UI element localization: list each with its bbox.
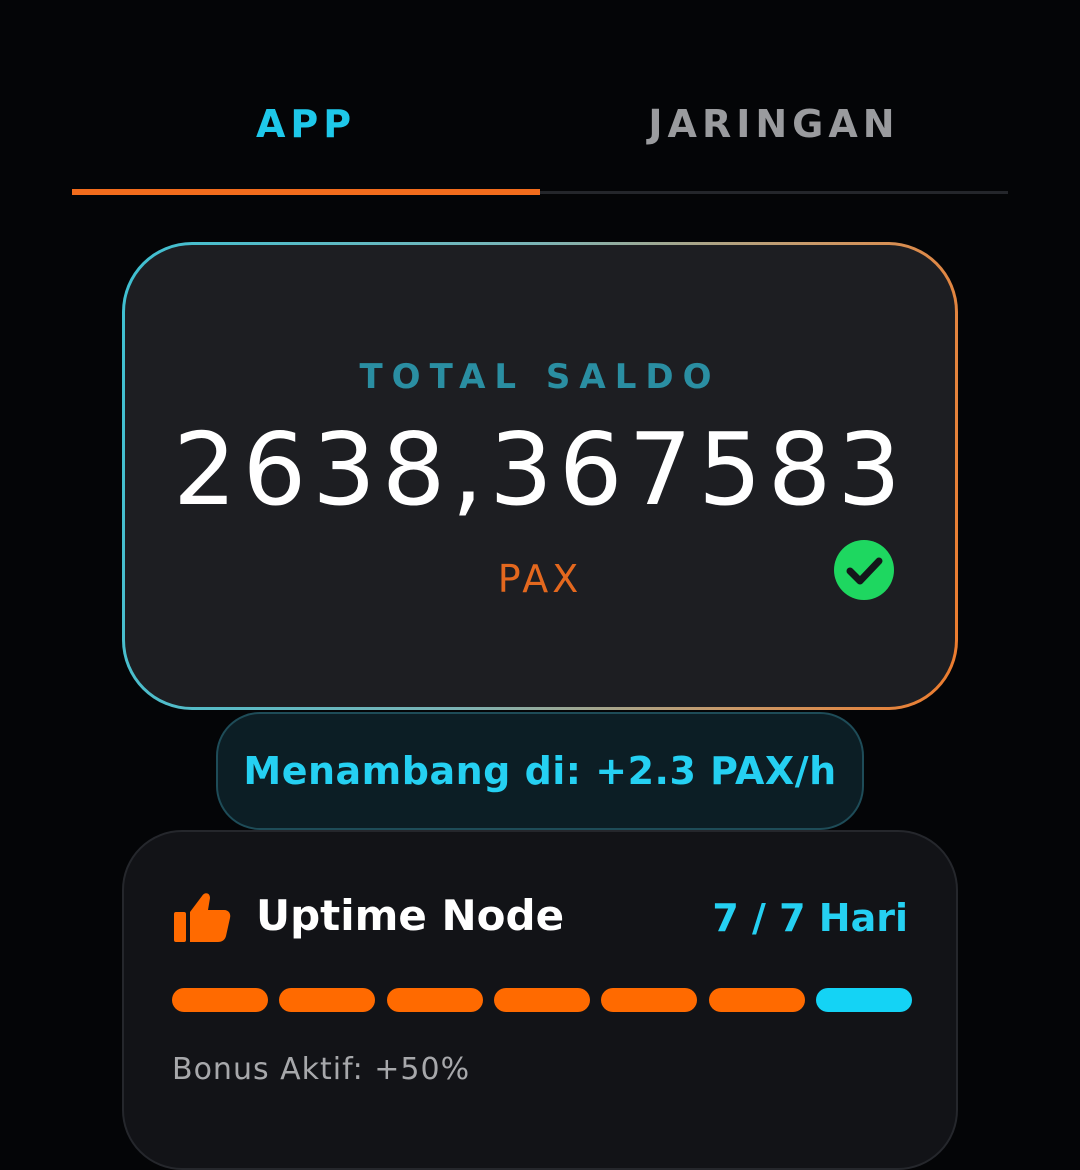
uptime-day-segment xyxy=(279,988,376,1012)
uptime-days-count: 7 / 7 Hari xyxy=(712,896,908,940)
mining-rate-badge: Menambang di: +2.3 PAX/h xyxy=(216,712,864,830)
balance-label: TOTAL SALDO xyxy=(359,357,721,397)
verified-check-icon xyxy=(834,540,894,600)
uptime-day-segment-current xyxy=(815,988,912,1012)
uptime-day-segment xyxy=(172,988,268,1012)
uptime-day-segment xyxy=(601,988,698,1012)
uptime-title: Uptime Node xyxy=(256,891,565,940)
thumbs-up-icon xyxy=(174,893,231,942)
balance-unit: PAX xyxy=(497,557,583,601)
tab-active-indicator xyxy=(72,189,540,195)
uptime-day-segment xyxy=(493,988,590,1012)
tab-app[interactable]: APP xyxy=(72,90,540,158)
uptime-day-segment xyxy=(386,988,483,1012)
mining-rate-text: Menambang di: +2.3 PAX/h xyxy=(243,749,837,793)
balance-card-inner: TOTAL SALDO 2638,367583 PAX xyxy=(125,245,955,707)
uptime-day-segment xyxy=(708,988,805,1012)
tab-jaringan[interactable]: JARINGAN xyxy=(540,90,1008,158)
bonus-status-text: Bonus Aktif: +50% xyxy=(172,1052,471,1087)
balance-card: TOTAL SALDO 2638,367583 PAX xyxy=(122,242,958,710)
tab-bar: APP JARINGAN xyxy=(72,90,1008,196)
uptime-card: Uptime Node 7 / 7 Hari Bonus Aktif: +50% xyxy=(122,830,958,1170)
balance-value: 2638,367583 xyxy=(172,411,908,528)
uptime-progress xyxy=(172,988,912,1012)
